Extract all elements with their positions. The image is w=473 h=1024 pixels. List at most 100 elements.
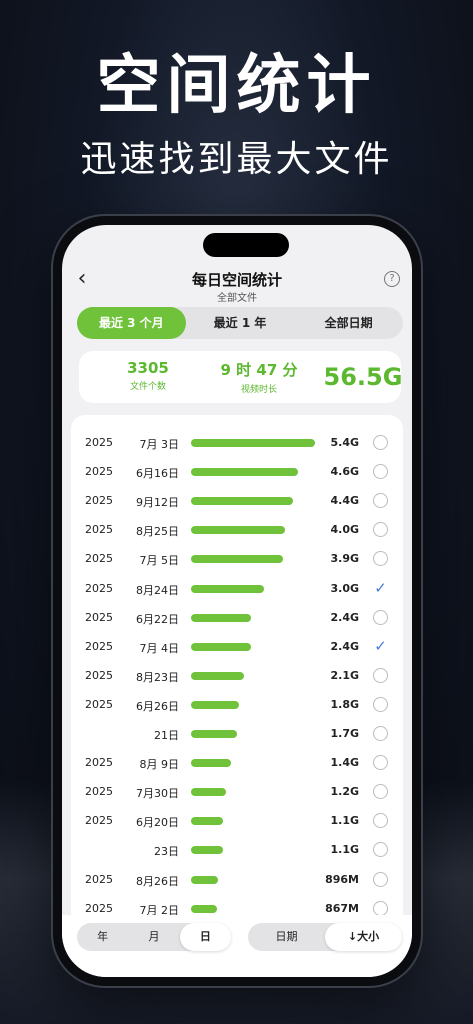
select-circle-icon[interactable]: [373, 726, 388, 741]
list-item[interactable]: 2025 8月23日 2.1G: [71, 661, 403, 690]
size-bar-track: [191, 526, 317, 535]
row-size: 2.4G: [330, 610, 359, 624]
select-circle-icon[interactable]: [373, 435, 388, 450]
date-range-tabs: 最近 3 个月 最近 1 年 全部日期: [77, 307, 403, 339]
tab-day[interactable]: 日: [179, 923, 231, 951]
phone-frame: ‹ 每日空间统计 全部文件 ? 最近 3 个月 最近 1 年 全部日期 3305…: [53, 216, 421, 986]
row-size: 1.1G: [330, 843, 359, 857]
size-bar-track: [191, 700, 317, 709]
phone-screen: ‹ 每日空间统计 全部文件 ? 最近 3 个月 最近 1 年 全部日期 3305…: [62, 225, 412, 977]
row-size: 4.6G: [330, 465, 359, 479]
list-item[interactable]: 2025 7月 3日 5.4G: [71, 428, 403, 457]
row-size: 1.8G: [330, 697, 359, 711]
row-date: 7月30日: [136, 787, 179, 801]
row-year: 2025: [85, 465, 113, 479]
sort-tabs: 日期 ↓大小: [248, 923, 402, 951]
size-bar-track: [191, 759, 317, 768]
tab-last-1-year[interactable]: 最近 1 年: [186, 307, 295, 339]
sort-by-date[interactable]: 日期: [248, 923, 325, 951]
row-year: 2025: [85, 668, 113, 682]
list-item[interactable]: 23日 1.1G: [71, 835, 403, 864]
row-year: 2025: [85, 581, 113, 595]
size-bar-track: [191, 846, 317, 855]
tab-month[interactable]: 月: [128, 923, 179, 951]
tab-all-dates[interactable]: 全部日期: [294, 307, 403, 339]
size-bar-track: [191, 439, 317, 447]
row-size: 896M: [325, 872, 359, 886]
row-date: 8月25日: [136, 525, 179, 539]
row-year: 2025: [85, 639, 113, 653]
size-bar-track: [191, 555, 317, 564]
select-circle-icon[interactable]: [373, 813, 388, 829]
row-size: 1.4G: [330, 756, 359, 770]
row-date: 7月 4日: [139, 641, 180, 655]
checkmark-icon[interactable]: ✓: [373, 638, 388, 654]
size-bar-track: [191, 613, 317, 622]
list-item[interactable]: 2025 8月24日 3.0G ✓: [71, 574, 403, 603]
tab-year[interactable]: 年: [77, 923, 128, 951]
size-bar: [191, 468, 298, 477]
list-item[interactable]: 2025 7月 5日 3.9G: [71, 544, 403, 573]
row-year: 2025: [85, 523, 113, 537]
list-item[interactable]: 2025 8月26日 896M: [71, 865, 403, 894]
select-circle-icon[interactable]: [373, 871, 388, 887]
list-item[interactable]: 2025 6月22日 2.4G: [71, 603, 403, 632]
select-circle-icon[interactable]: [373, 493, 388, 509]
row-year: 2025: [85, 872, 113, 886]
row-year: 2025: [85, 610, 113, 624]
select-circle-icon[interactable]: [373, 667, 388, 683]
select-circle-icon[interactable]: [373, 609, 388, 625]
list-item[interactable]: 2025 7月30日 1.2G: [71, 777, 403, 806]
select-circle-icon[interactable]: [373, 784, 388, 800]
size-bar: [191, 759, 231, 768]
tab-last-3-months[interactable]: 最近 3 个月: [77, 307, 186, 339]
select-circle-icon[interactable]: [373, 522, 388, 538]
size-bar: [191, 700, 240, 709]
list-item[interactable]: 2025 6月20日 1.1G: [71, 806, 403, 835]
period-tabs: 年 月 日: [77, 923, 231, 951]
row-date: 6月26日: [136, 699, 179, 713]
size-bar: [191, 497, 293, 506]
row-size: 3.0G: [330, 581, 359, 595]
video-duration-label: 视频时长: [240, 385, 277, 395]
row-date: 8月 9日: [139, 758, 180, 772]
size-bar: [191, 846, 224, 855]
checkmark-icon[interactable]: ✓: [373, 580, 388, 596]
stats-summary: 3305 文件个数 9 时 47 分 视频时长 56.5G: [79, 351, 402, 403]
promo-subtitle: 迅速找到最大文件: [80, 139, 393, 180]
size-bar-track: [191, 671, 317, 680]
sort-by-size[interactable]: ↓大小: [325, 923, 402, 951]
list-item[interactable]: 2025 6月26日 1.8G: [71, 690, 403, 719]
row-size: 3.9G: [330, 552, 359, 566]
list-item[interactable]: 2025 8月 9日 1.4G: [71, 748, 403, 777]
row-date: 8月26日: [136, 874, 179, 888]
select-circle-icon[interactable]: [373, 900, 388, 916]
row-date: 7月 3日: [139, 438, 180, 451]
select-circle-icon[interactable]: [373, 464, 388, 480]
select-circle-icon[interactable]: [373, 842, 388, 858]
size-bar-track: [191, 642, 317, 651]
list-item[interactable]: 2025 6月16日 4.6G: [71, 457, 403, 486]
row-size: 2.4G: [330, 639, 359, 653]
list-item[interactable]: 2025 9月12日 4.4G: [71, 486, 403, 515]
select-circle-icon[interactable]: [373, 696, 388, 712]
help-icon[interactable]: ?: [384, 271, 400, 287]
row-year: 2025: [85, 494, 113, 508]
row-size: 1.2G: [330, 785, 359, 799]
list-item[interactable]: 2025 7月 4日 2.4G ✓: [71, 632, 403, 661]
select-circle-icon[interactable]: [373, 755, 388, 771]
file-count-label: 文件个数: [129, 382, 166, 392]
list-item[interactable]: 2025 8月25日 4.0G: [71, 515, 403, 544]
row-size: 867M: [325, 901, 359, 915]
size-bar-track: [191, 788, 317, 797]
size-bar-track: [191, 730, 317, 738]
row-size: 1.1G: [330, 814, 359, 828]
size-bar: [191, 817, 224, 826]
size-bar: [191, 875, 219, 884]
row-date: 23日: [154, 845, 179, 859]
size-bar: [191, 526, 286, 535]
row-size: 1.7G: [330, 727, 359, 740]
select-circle-icon[interactable]: [373, 551, 388, 567]
row-year: 2025: [85, 785, 113, 799]
list-item[interactable]: 21日 1.7G: [71, 719, 403, 748]
